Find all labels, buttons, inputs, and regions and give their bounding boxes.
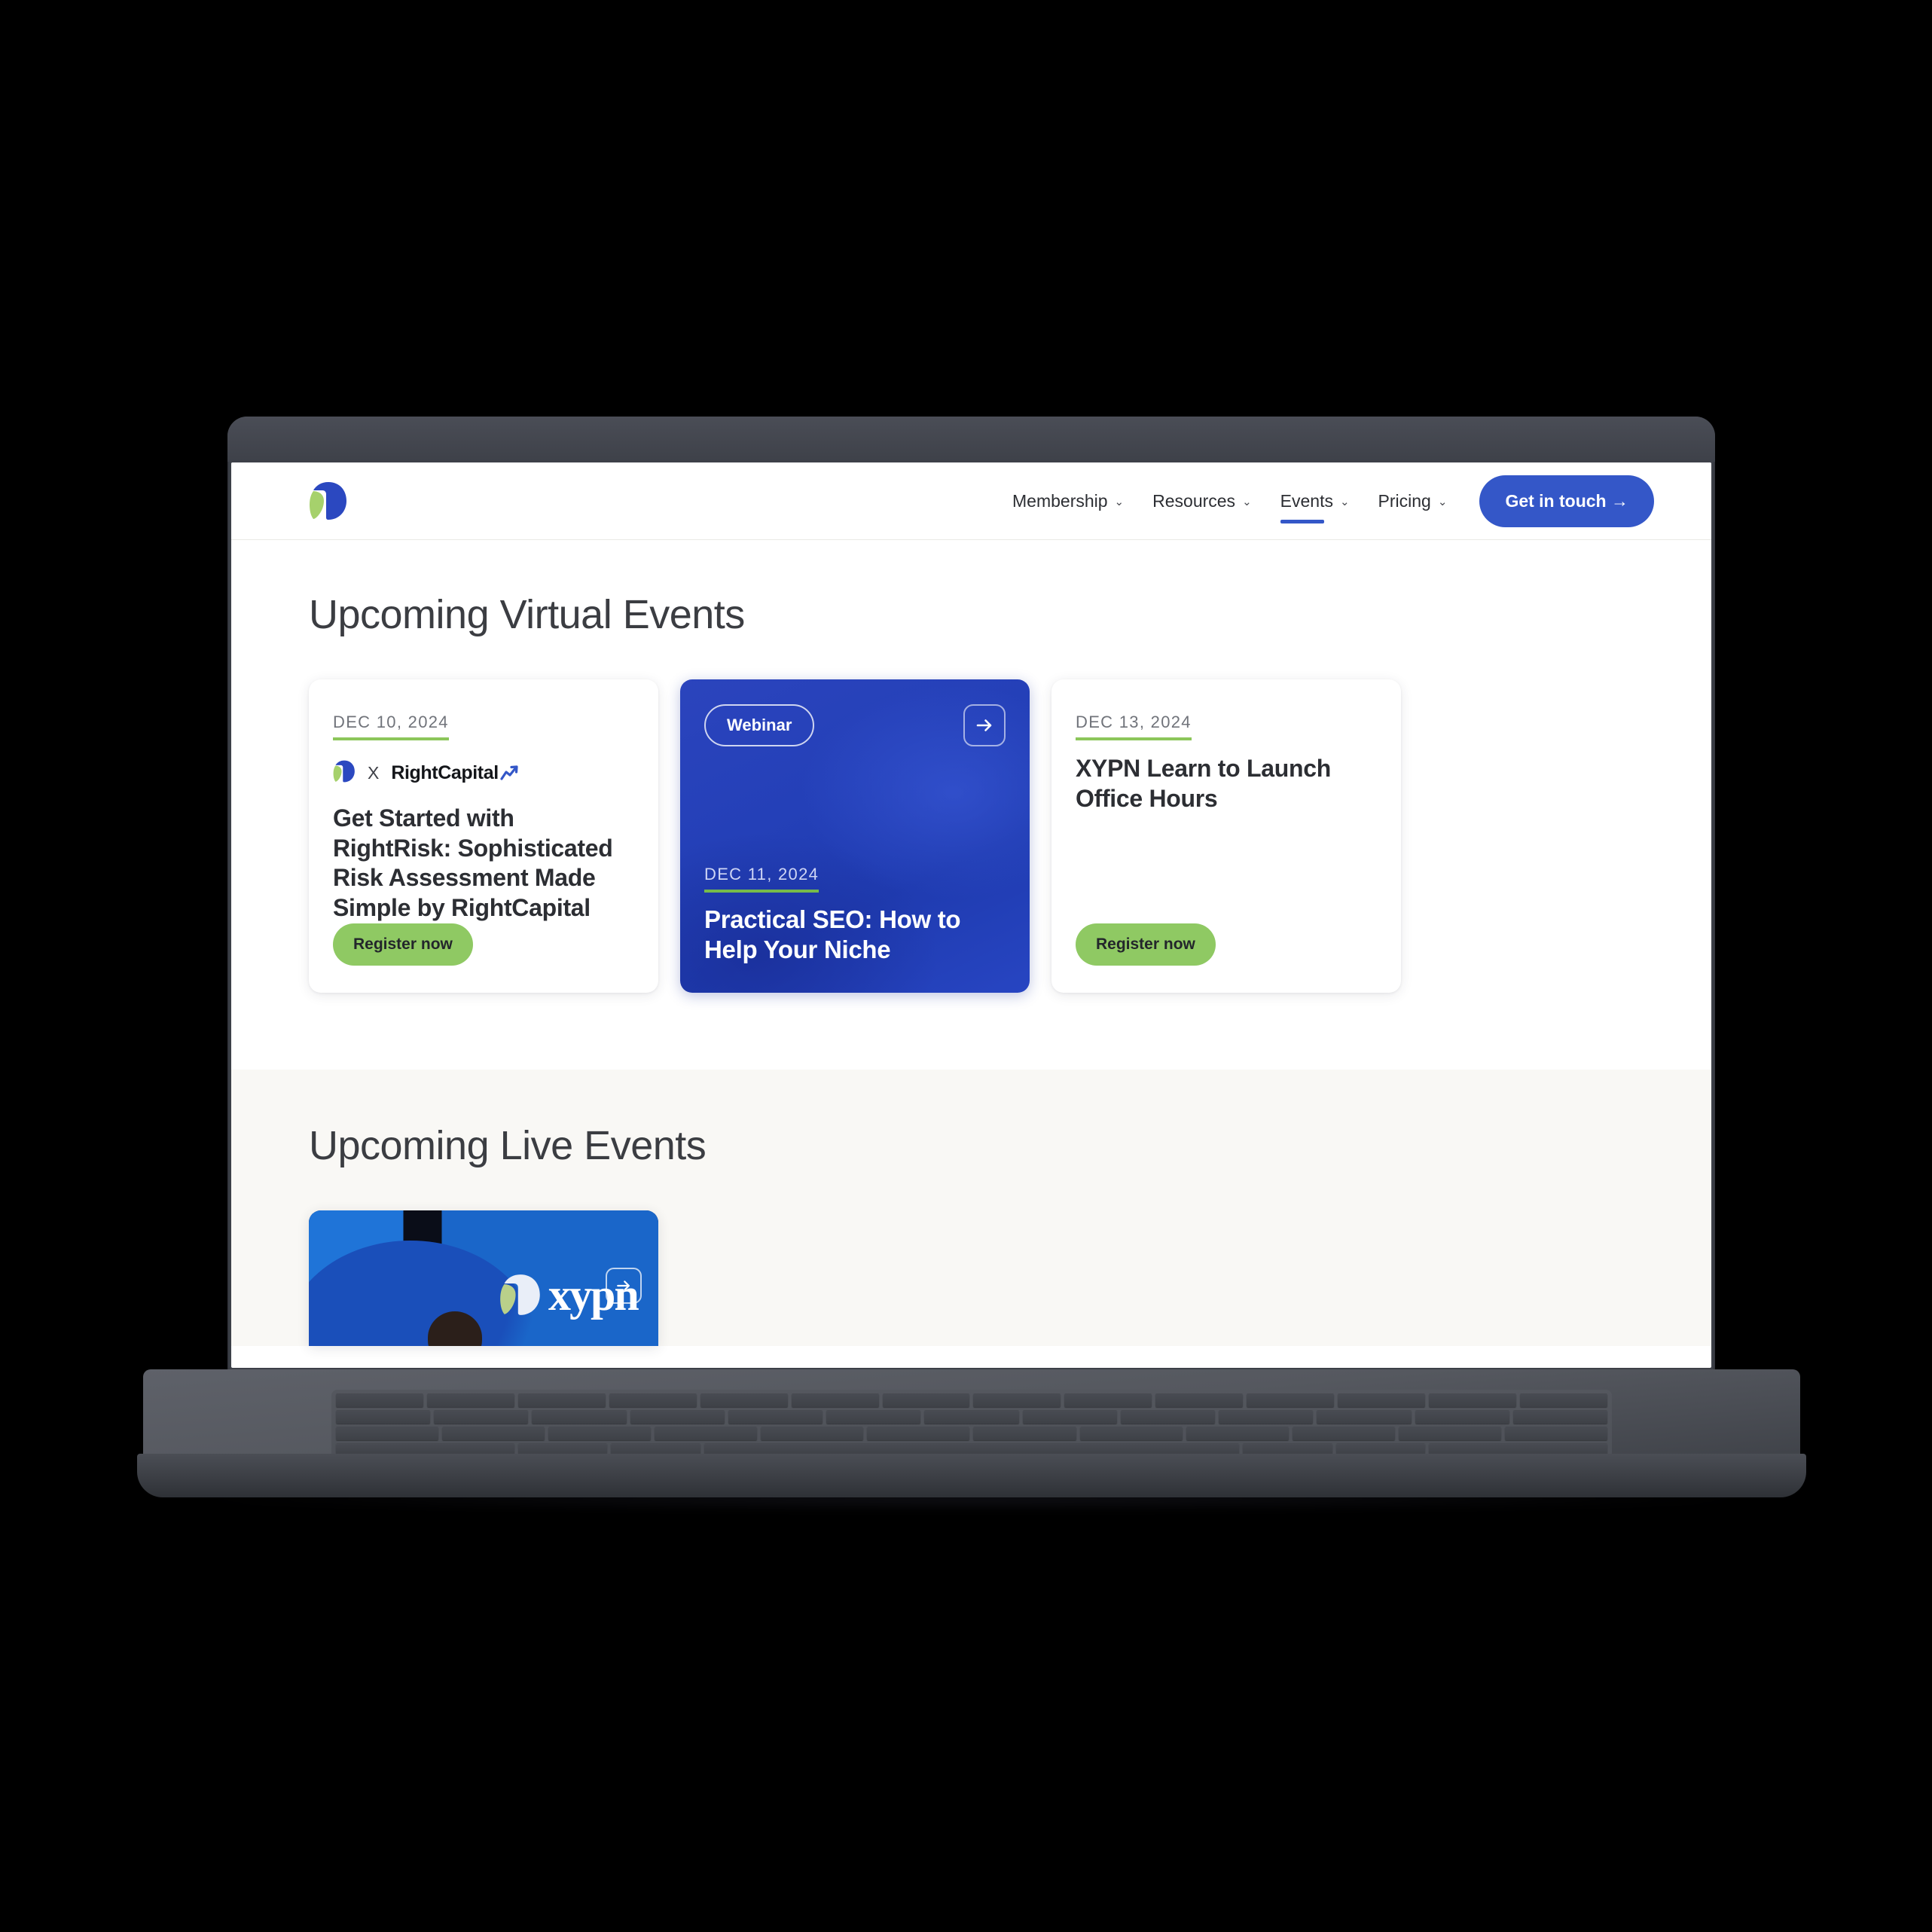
site-header: Membership ⌄ Resources ⌄ Events ⌄ Pricin… [231,462,1711,540]
chevron-down-icon: ⌄ [1114,495,1125,508]
nav-item-resources[interactable]: Resources ⌄ [1138,484,1266,519]
partner-separator: X [368,763,380,783]
register-now-button[interactable]: Register now [1076,923,1216,966]
webinar-badge: Webinar [704,704,815,746]
partner-name-label: RightCapital [391,762,499,783]
nav-item-label: Pricing [1378,490,1431,511]
virtual-events-grid: DEC 10, 2024 X RightCapital Get Started … [309,679,1654,993]
nav-item-label: Events [1280,490,1333,511]
event-date: DEC 10, 2024 [333,713,449,740]
live-events-section: Upcoming Live Events xypn [231,1069,1711,1346]
card-top-row: Webinar [704,704,1006,746]
nav-item-events[interactable]: Events ⌄ [1266,484,1364,523]
laptop-mockup: Membership ⌄ Resources ⌄ Events ⌄ Pricin… [0,0,1932,1932]
arrow-right-icon[interactable] [606,1267,642,1304]
nav-item-pricing[interactable]: Pricing ⌄ [1364,484,1462,519]
partner-row: X RightCapital [333,759,634,787]
partner-logo-rightcapital: RightCapital [391,762,519,784]
laptop-base-lip [137,1454,1806,1497]
event-card-rightrisk[interactable]: DEC 10, 2024 X RightCapital Get Started … [309,679,658,993]
card-spacer [704,746,1006,865]
live-events-heading: Upcoming Live Events [309,1122,707,1168]
chevron-down-icon: ⌄ [1437,495,1448,508]
main-nav: Membership ⌄ Resources ⌄ Events ⌄ Pricin… [998,475,1654,527]
keyboard-row [336,1427,1607,1440]
xypn-logo-icon[interactable] [309,481,348,521]
page-root: Membership ⌄ Resources ⌄ Events ⌄ Pricin… [231,462,1711,1346]
event-title: Practical SEO: How to Help Your Niche [704,905,961,964]
event-title: Get Started with RightRisk: Sophisticate… [333,804,613,922]
event-date: DEC 13, 2024 [1076,713,1192,740]
virtual-events-heading: Upcoming Virtual Events [309,592,745,637]
event-card-office-hours[interactable]: DEC 13, 2024 XYPN Learn to Launch Office… [1051,679,1401,993]
xypn-logo-icon [333,759,356,787]
event-card-practical-seo[interactable]: Webinar DEC 11, 2024 Practical SEO: How … [680,679,1030,993]
event-title: XYPN Learn to Launch Office Hours [1076,755,1331,812]
event-date: DEC 11, 2024 [704,865,819,893]
trending-up-icon [500,765,520,782]
nav-item-label: Resources [1152,490,1236,511]
arrow-right-icon[interactable] [963,704,1006,746]
chevron-down-icon: ⌄ [1339,495,1350,508]
keyboard-row [336,1410,1608,1424]
nav-item-label: Membership [1012,490,1108,511]
virtual-events-section: Upcoming Virtual Events DEC 10, 2024 X R… [231,540,1711,1070]
register-now-button[interactable]: Register now [333,923,473,966]
laptop-keyboard [331,1390,1612,1459]
get-in-touch-button[interactable]: Get in touch → [1479,475,1654,527]
chevron-down-icon: ⌄ [1242,495,1252,508]
keyboard-row [336,1393,1607,1407]
live-events-grid: xypn [309,1210,1654,1346]
browser-viewport: Membership ⌄ Resources ⌄ Events ⌄ Pricin… [231,462,1711,1368]
live-event-card[interactable]: xypn [309,1210,658,1346]
nav-item-membership[interactable]: Membership ⌄ [998,484,1138,519]
